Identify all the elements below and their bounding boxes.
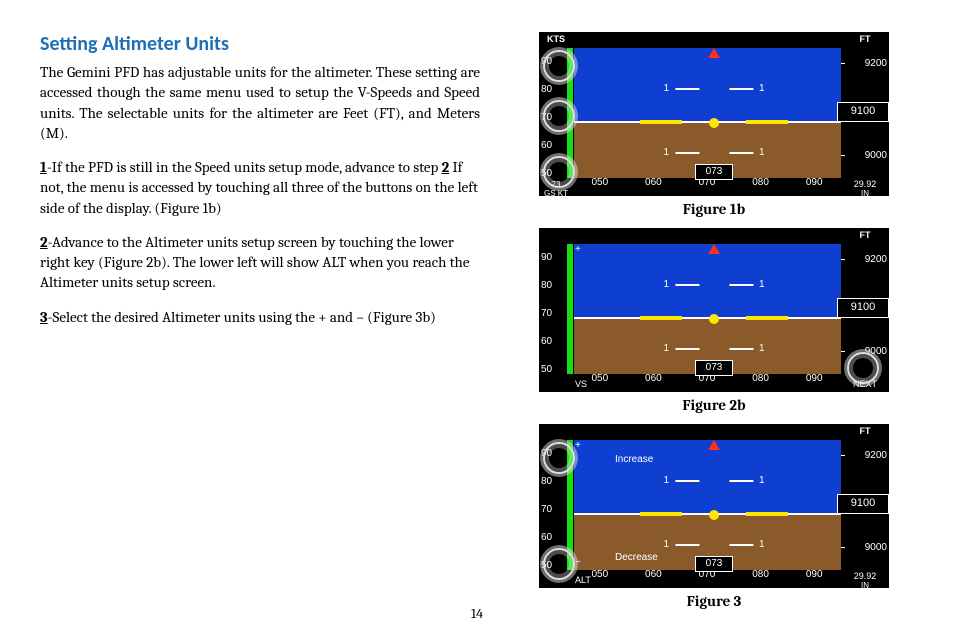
- altitude-readout: 9100: [837, 102, 889, 122]
- step-3: 3-Select the desired Altimeter units usi…: [40, 307, 480, 327]
- figure-3: 11 11 + − Increase Decrease 90 80 70 60 …: [539, 424, 889, 610]
- step-2: 2-Advance to the Altimeter units setup s…: [40, 232, 480, 293]
- roll-pointer-icon: [708, 440, 720, 450]
- altitude-tape: FT 9200 9100 9000 9100: [841, 32, 889, 196]
- figure-1b-caption: Figure 1b: [539, 200, 889, 218]
- step-1-number: 1: [40, 158, 47, 176]
- figure-1b: 11 11 KTS 90 80 70 60 50 FT 9200 9100 90…: [539, 32, 889, 218]
- section-title: Setting Altimeter Units: [40, 32, 480, 56]
- softkey-bottom-right[interactable]: 29.92IN: [841, 180, 889, 196]
- step-3-number: 3: [40, 308, 48, 326]
- heading-readout: 073: [695, 164, 733, 180]
- touch-decrease-button[interactable]: [543, 548, 575, 580]
- intro-paragraph: The Gemini PFD has adjustable units for …: [40, 62, 480, 143]
- softkey-bottom-right[interactable]: 29.92IN: [841, 572, 889, 588]
- altitude-tape: FT 9200 9100 9000 9100: [841, 424, 889, 588]
- touch-indicator-icon[interactable]: [543, 156, 575, 188]
- figure-2b: 11 11 + 90 80 70 60 50 FT 9200 9100 90: [539, 228, 889, 414]
- step-1: 1-If the PFD is still in the Speed units…: [40, 157, 480, 218]
- softkey-bottom-left[interactable]: VS: [575, 379, 587, 389]
- touch-indicator-icon[interactable]: [543, 100, 575, 132]
- plus-label: +: [575, 245, 581, 255]
- touch-increase-button[interactable]: [543, 442, 575, 474]
- pfd-display-2b: 11 11 + 90 80 70 60 50 FT 9200 9100 90: [539, 228, 889, 392]
- pfd-display-3: 11 11 + − Increase Decrease 90 80 70 60 …: [539, 424, 889, 588]
- plus-label: +: [575, 441, 581, 451]
- decrease-label: Decrease: [615, 552, 658, 563]
- touch-indicator-icon[interactable]: [543, 50, 575, 82]
- pfd-display-1b: 11 11 KTS 90 80 70 60 50 FT 9200 9100 90…: [539, 32, 889, 196]
- softkey-alt[interactable]: ALT: [575, 575, 591, 585]
- roll-pointer-icon: [708, 48, 720, 58]
- speed-units-label: KTS: [539, 32, 573, 46]
- figure-2b-caption: Figure 2b: [539, 396, 889, 414]
- altitude-units-label: FT: [841, 32, 889, 46]
- page-number: 14: [0, 605, 954, 622]
- touch-indicator-icon[interactable]: [847, 352, 879, 384]
- increase-label: Increase: [615, 454, 653, 465]
- roll-pointer-icon: [708, 244, 720, 254]
- step-2-number: 2: [40, 233, 48, 251]
